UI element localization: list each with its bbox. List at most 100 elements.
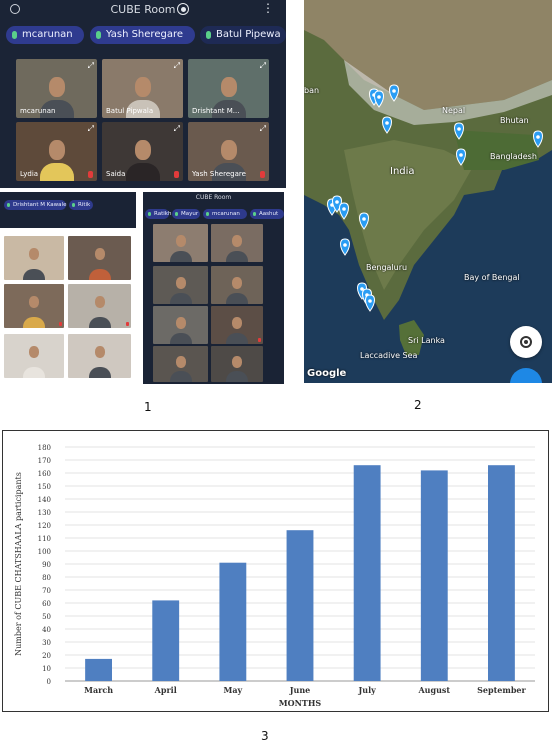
y-tick-label: 30 (42, 639, 51, 647)
record-icon[interactable] (177, 3, 189, 15)
map-label-bhutan: Bhutan (500, 116, 529, 125)
participant-chip[interactable]: Ritik (69, 200, 93, 210)
video-tile[interactable]: ⤢ Drishtant M... (188, 59, 269, 118)
muted-mic-icon (258, 338, 261, 342)
participant-chip[interactable]: mcarunan (203, 209, 247, 219)
y-tick-label: 50 (42, 613, 51, 621)
map-label-india: India (390, 166, 415, 177)
y-tick-label: 120 (38, 522, 51, 530)
y-tick-label: 110 (38, 535, 51, 543)
video-tile[interactable] (211, 224, 263, 262)
video-tile[interactable] (153, 306, 208, 344)
tile-name: Drishtant M... (192, 107, 240, 115)
video-tile[interactable] (153, 224, 208, 262)
y-tick-label: 70 (42, 587, 51, 595)
participant-body (226, 293, 248, 304)
map-terrain (304, 0, 552, 383)
y-tick-label: 60 (42, 600, 51, 608)
participant-face (220, 139, 237, 160)
y-tick-label: 150 (38, 483, 51, 491)
y-tick-label: 140 (38, 496, 51, 504)
video-tile[interactable] (211, 346, 263, 382)
participant-face (232, 356, 242, 369)
participant-face (232, 234, 242, 247)
tile-name: Saida (106, 170, 126, 178)
participant-body (226, 371, 248, 382)
muted-mic-icon (88, 171, 93, 178)
video-tile[interactable] (4, 284, 64, 328)
participant-chip[interactable]: Mayur (172, 209, 200, 219)
video-tile[interactable]: ⤢ Yash Sheregare (188, 122, 269, 181)
video-tile[interactable] (68, 334, 131, 378)
participant-body (88, 269, 111, 280)
participant-chip[interactable]: Yash Sheregare (90, 26, 195, 44)
location-target-icon (520, 336, 532, 348)
video-tile[interactable] (4, 236, 64, 280)
participant-face (175, 234, 186, 247)
video-tile[interactable] (211, 266, 263, 304)
y-tick-label: 90 (42, 561, 51, 569)
muted-mic-icon (59, 322, 62, 326)
y-tick-label: 180 (38, 444, 51, 452)
participants-bar-chart: 0 10 20 30 40 50 60 70 80 90 100 110 120 130 140 150 160… (2, 430, 549, 712)
video-tile[interactable]: ⤢ Lydia (16, 122, 97, 181)
video-call-screenshot-left: Drishtant M Kawale Ritik (0, 192, 136, 384)
x-tick-label: June (289, 685, 311, 695)
bar-chart: 0 10 20 30 40 50 60 70 80 90 100 110 120 130 140 150 160… (14, 444, 535, 708)
more-options-icon[interactable]: ⋮ (262, 2, 274, 14)
bar (488, 465, 515, 681)
expand-icon[interactable]: ⤢ (88, 61, 94, 71)
participant-face (94, 296, 105, 309)
expand-icon[interactable]: ⤢ (260, 61, 266, 71)
participant-chip[interactable]: mcarunan (6, 26, 84, 44)
tile-name: Lydia (20, 170, 39, 178)
my-location-button[interactable] (510, 326, 542, 358)
participants-map[interactable]: ban Nepal Bhutan Bangladesh India Bengal… (304, 0, 552, 383)
participant-body (88, 367, 111, 378)
video-tile[interactable] (4, 334, 64, 378)
video-tile[interactable]: ⤢ Saida (102, 122, 183, 181)
participant-face (94, 248, 105, 261)
bar (152, 600, 180, 681)
map-label-sri-lanka: Sri Lanka (408, 336, 445, 345)
video-tile[interactable] (68, 284, 131, 328)
tile-name: mcarunan (20, 107, 56, 115)
map-brand: Google (307, 368, 347, 379)
participant-body (169, 371, 192, 382)
map-label-bay-of-bengal: Bay of Bengal (464, 273, 520, 282)
y-tick-label: 160 (38, 470, 51, 478)
y-tick-label: 20 (42, 652, 51, 660)
x-tick-label: April (154, 685, 177, 695)
expand-icon[interactable]: ⤢ (88, 124, 94, 134)
participant-chip[interactable]: Aashut (250, 209, 284, 219)
participant-face (29, 346, 39, 359)
video-tile[interactable]: ⤢ mcarunan (16, 59, 97, 118)
participant-body (226, 251, 248, 262)
map-label-edge: ban (304, 86, 320, 95)
video-tile[interactable] (211, 306, 263, 344)
participant-chip[interactable]: Drishtant M Kawale (4, 200, 66, 210)
video-tile[interactable] (68, 236, 131, 280)
participant-chip[interactable]: Batul Pipewa (200, 26, 286, 44)
participant-chip[interactable]: Ratikh (145, 209, 171, 219)
expand-icon[interactable]: ⤢ (260, 124, 266, 134)
participant-face (232, 316, 242, 329)
figure-caption-2: 2 (414, 398, 422, 412)
tile-name: Batul Pipwala (106, 107, 154, 115)
video-tile[interactable] (153, 266, 208, 304)
y-tick-label: 100 (38, 548, 51, 556)
expand-icon[interactable]: ⤢ (174, 61, 180, 71)
participant-body (88, 317, 111, 328)
video-tile[interactable]: ⤢ Batul Pipwala (102, 59, 183, 118)
video-tile[interactable] (153, 346, 208, 382)
bar (353, 465, 381, 681)
participant-face (29, 296, 39, 309)
expand-icon[interactable]: ⤢ (174, 124, 180, 134)
muted-mic-icon (174, 171, 179, 178)
x-tick-label: August (417, 685, 450, 695)
app-title: CUBE Room (110, 3, 176, 16)
participant-body (23, 317, 45, 328)
y-tick-label: 130 (38, 509, 51, 517)
participant-face (134, 76, 151, 97)
app-title: CUBE Room (195, 194, 232, 201)
